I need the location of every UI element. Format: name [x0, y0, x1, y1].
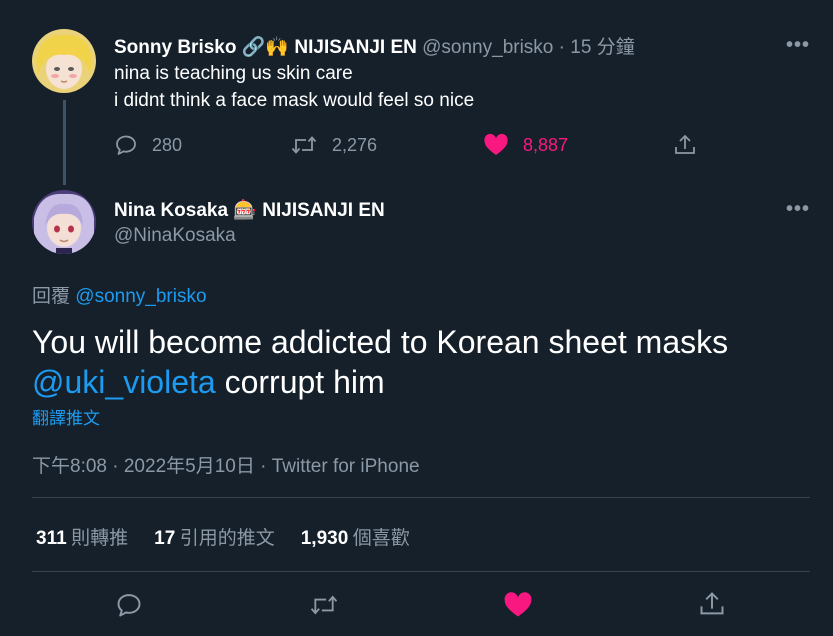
stat-quotes-value: 17: [154, 528, 176, 549]
mention-link[interactable]: @uki_violeta: [32, 364, 216, 400]
parent-text-line: i didnt think a face mask would feel so …: [114, 90, 475, 111]
reply-to-line: 回覆 @sonny_brisko: [32, 281, 207, 308]
main-text-rest: corrupt him: [215, 364, 385, 400]
main-tweet-header: Nina Kosaka 🎰 NIJISANJI EN: [114, 198, 385, 222]
reply-to-prefix: 回覆: [32, 286, 71, 307]
parent-reply-button[interactable]: 280: [114, 133, 182, 157]
divider-bottom: [32, 571, 810, 572]
tweet-timestamp[interactable]: 下午8:08 · 2022年5月10日: [32, 456, 255, 477]
reply-to-handle-link[interactable]: @sonny_brisko: [75, 286, 206, 307]
parent-name-emoji: 🔗🙌: [241, 37, 290, 58]
parent-retweet-count: 2,276: [332, 134, 378, 155]
stat-retweets-label: 則轉推: [71, 528, 129, 549]
parent-like-count: 8,887: [523, 134, 569, 155]
main-display-name[interactable]: Nina Kosaka: [114, 200, 228, 221]
share-icon: [698, 592, 726, 622]
translate-tweet-link[interactable]: 翻譯推文: [32, 404, 100, 429]
retweet-icon: [308, 595, 340, 622]
avatar-nina[interactable]: [32, 190, 96, 254]
stat-quotes-label: 引用的推文: [179, 528, 275, 549]
thread-connector: [63, 100, 66, 185]
reply-icon: [114, 133, 138, 157]
main-affiliation[interactable]: NIJISANJI EN: [262, 200, 384, 221]
stat-likes[interactable]: 1,930 個喜歡: [301, 523, 410, 550]
main-retweet-button[interactable]: [308, 592, 340, 623]
main-like-button[interactable]: [503, 591, 533, 624]
stat-retweets[interactable]: 311 則轉推: [36, 523, 128, 550]
parent-tweet-header: Sonny Brisko 🔗🙌 NIJISANJI EN @sonny_bris…: [114, 32, 635, 59]
timestamp-line: 下午8:08 · 2022年5月10日 · Twitter for iPhone: [32, 451, 420, 478]
source-separator: ·: [254, 456, 272, 477]
parent-tweet-text: nina is teaching us skin care i didnt th…: [114, 60, 474, 114]
main-tweet-text: You will become addicted to Korean sheet…: [32, 322, 812, 402]
stats-row: 311 則轉推 17 引用的推文 1,930 個喜歡: [36, 523, 410, 550]
main-text-line-2: @uki_violeta corrupt him: [32, 362, 812, 402]
parent-time[interactable]: 15 分鐘: [570, 37, 634, 58]
tweet-source[interactable]: Twitter for iPhone: [272, 456, 420, 477]
main-handle[interactable]: @NinaKosaka: [114, 225, 236, 247]
parent-share-button[interactable]: [673, 133, 697, 157]
main-more-icon[interactable]: •••: [786, 198, 810, 221]
parent-handle[interactable]: @sonny_brisko: [422, 37, 553, 58]
parent-more-icon[interactable]: •••: [786, 34, 810, 57]
like-icon: [503, 592, 533, 623]
stat-quotes[interactable]: 17 引用的推文: [154, 523, 275, 550]
stat-likes-label: 個喜歡: [352, 528, 410, 549]
main-text-line: You will become addicted to Korean sheet…: [32, 324, 729, 360]
avatar-sonny[interactable]: [32, 29, 96, 93]
stat-likes-value: 1,930: [300, 528, 349, 549]
parent-retweet-button[interactable]: 2,276: [290, 133, 377, 157]
like-icon: [483, 133, 509, 157]
share-icon: [673, 133, 697, 157]
parent-affiliation[interactable]: NIJISANJI EN: [294, 37, 416, 58]
parent-separator: ·: [558, 37, 565, 58]
main-share-button[interactable]: [698, 590, 726, 623]
parent-reply-count: 280: [152, 134, 183, 155]
stat-retweets-value: 311: [36, 528, 67, 549]
retweet-icon: [290, 133, 318, 157]
main-reply-button[interactable]: [115, 591, 143, 624]
reply-icon: [115, 594, 143, 623]
parent-text-line: nina is teaching us skin care: [114, 63, 353, 84]
main-name-emoji: 🎰: [233, 200, 257, 221]
divider-top: [32, 497, 810, 498]
parent-like-button[interactable]: 8,887: [483, 133, 568, 157]
parent-display-name[interactable]: Sonny Brisko: [114, 37, 236, 58]
